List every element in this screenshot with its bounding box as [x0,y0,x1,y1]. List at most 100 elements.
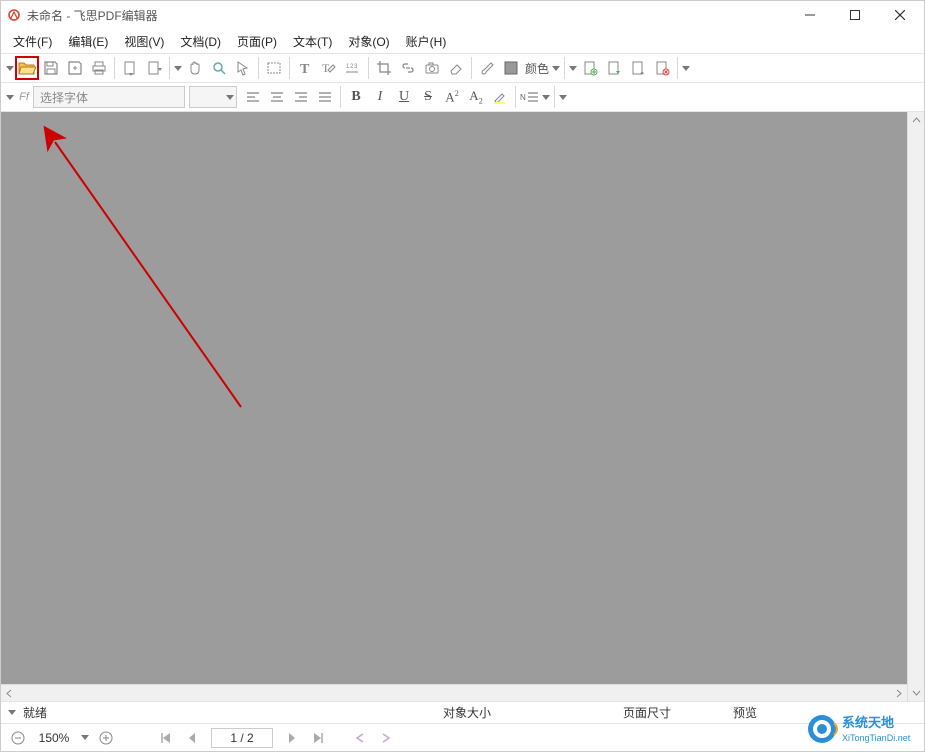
statusbar-menu[interactable] [7,710,17,715]
text-spacing-button[interactable]: 123 [341,56,365,80]
menu-page[interactable]: 页面(P) [229,30,285,53]
save-as-button[interactable] [63,56,87,80]
window-controls [787,1,922,29]
zoom-dropdown[interactable] [79,735,91,740]
svg-text:XiTongTianDi.net: XiTongTianDi.net [842,733,911,743]
strikethrough-button[interactable]: S [416,85,440,109]
select-tool-button[interactable] [231,56,255,80]
horizontal-scrollbar[interactable] [1,684,907,701]
scroll-v-track[interactable] [908,129,924,684]
menu-view[interactable]: 视图(V) [116,30,172,53]
menu-object[interactable]: 对象(O) [340,30,397,53]
font-placeholder: 选择字体 [40,89,88,106]
zoom-out-button[interactable] [7,727,29,749]
text-edit-button[interactable]: T [317,56,341,80]
prev-page-button[interactable] [181,727,203,749]
font-size-select[interactable] [189,86,237,108]
toolbar-overflow-2[interactable] [173,66,183,71]
snapshot-button[interactable] [420,56,444,80]
open-file-button[interactable] [15,56,39,80]
superscript-button[interactable]: A2 [440,85,464,109]
zoom-in-button[interactable] [95,727,117,749]
align-justify-button[interactable] [313,85,337,109]
rect-select-button[interactable] [262,56,286,80]
last-page-button[interactable] [307,727,329,749]
align-right-button[interactable] [289,85,313,109]
status-object-size: 对象大小 [437,704,617,721]
next-view-button[interactable] [375,727,397,749]
toolbar-overflow-1[interactable] [5,66,15,71]
text-tool-button[interactable]: T [293,56,317,80]
page-add-button[interactable] [578,56,602,80]
format-overflow-2[interactable] [558,95,568,100]
workspace[interactable] [1,112,924,701]
link-button[interactable] [396,56,420,80]
highlight-button[interactable] [488,85,512,109]
minimize-button[interactable] [787,1,832,29]
next-page-button[interactable] [281,727,303,749]
status-preview: 预览 [727,704,763,721]
close-button[interactable] [877,1,922,29]
maximize-button[interactable] [832,1,877,29]
svg-text:系统天地: 系统天地 [842,715,894,730]
vertical-scrollbar[interactable] [907,112,924,701]
menubar: 文件(F) 编辑(E) 视图(V) 文档(D) 页面(P) 文本(T) 对象(O… [1,29,924,53]
subscript-button[interactable]: A2 [464,85,488,109]
window-title: 未命名 - 飞思PDF编辑器 [27,7,787,24]
save-button[interactable] [39,56,63,80]
eraser-button[interactable] [444,56,468,80]
annotation-arrow [31,112,271,432]
menu-edit[interactable]: 编辑(E) [60,30,116,53]
bold-button[interactable]: B [344,85,368,109]
scroll-up-button[interactable] [908,112,924,129]
scroll-right-button[interactable] [890,685,907,701]
first-page-button[interactable] [155,727,177,749]
prev-view-button[interactable] [349,727,371,749]
fill-color-button[interactable] [499,56,523,80]
svg-text:3: 3 [354,64,358,70]
svg-text:T: T [300,62,310,76]
svg-text:N: N [520,93,526,102]
zoom-level[interactable]: 150% [33,731,75,745]
navbar: 150% 1 / 2 [1,723,924,751]
align-left-button[interactable] [241,85,265,109]
status-ready: 就绪 [17,704,437,721]
hand-tool-button[interactable] [183,56,207,80]
page-extract-button[interactable] [626,56,650,80]
format-overflow[interactable] [5,95,15,100]
statusbar: 就绪 对象大小 页面尺寸 预览 [1,701,924,723]
crop-button[interactable] [372,56,396,80]
page-delete-button[interactable] [650,56,674,80]
toolbar-overflow-4[interactable] [681,66,691,71]
scroll-h-track[interactable] [18,685,890,701]
page-import-button[interactable] [142,56,166,80]
watermark: 系统天地 XiTongTianDi.net [804,709,922,749]
font-family-icon: Ff [15,86,33,108]
toolbar-overflow-3[interactable] [568,66,578,71]
zoom-tool-button[interactable] [207,56,231,80]
color-label: 颜色 [525,60,549,77]
status-page-size: 页面尺寸 [617,704,727,721]
menu-document[interactable]: 文档(D) [172,30,229,53]
app-window: 未命名 - 飞思PDF编辑器 文件(F) 编辑(E) 视图(V) 文档(D) 页… [0,0,925,752]
page-export-button[interactable] [118,56,142,80]
print-button[interactable] [87,56,111,80]
app-icon [7,8,21,22]
page-indicator[interactable]: 1 / 2 [211,728,273,748]
color-dropdown[interactable] [551,66,561,71]
scroll-down-button[interactable] [908,684,924,701]
page-insert-button[interactable] [602,56,626,80]
italic-button[interactable]: I [368,85,392,109]
line-spacing-button[interactable]: N [519,85,551,109]
brush-button[interactable] [475,56,499,80]
menu-file[interactable]: 文件(F) [5,30,60,53]
svg-text:T: T [322,61,330,75]
font-family-select[interactable]: 选择字体 [33,86,185,108]
menu-text[interactable]: 文本(T) [285,30,340,53]
titlebar: 未命名 - 飞思PDF编辑器 [1,1,924,29]
toolbar-primary: T T 123 颜色 [1,53,924,82]
underline-button[interactable]: U [392,85,416,109]
menu-account[interactable]: 账户(H) [398,30,455,53]
align-center-button[interactable] [265,85,289,109]
scroll-left-button[interactable] [1,685,18,701]
